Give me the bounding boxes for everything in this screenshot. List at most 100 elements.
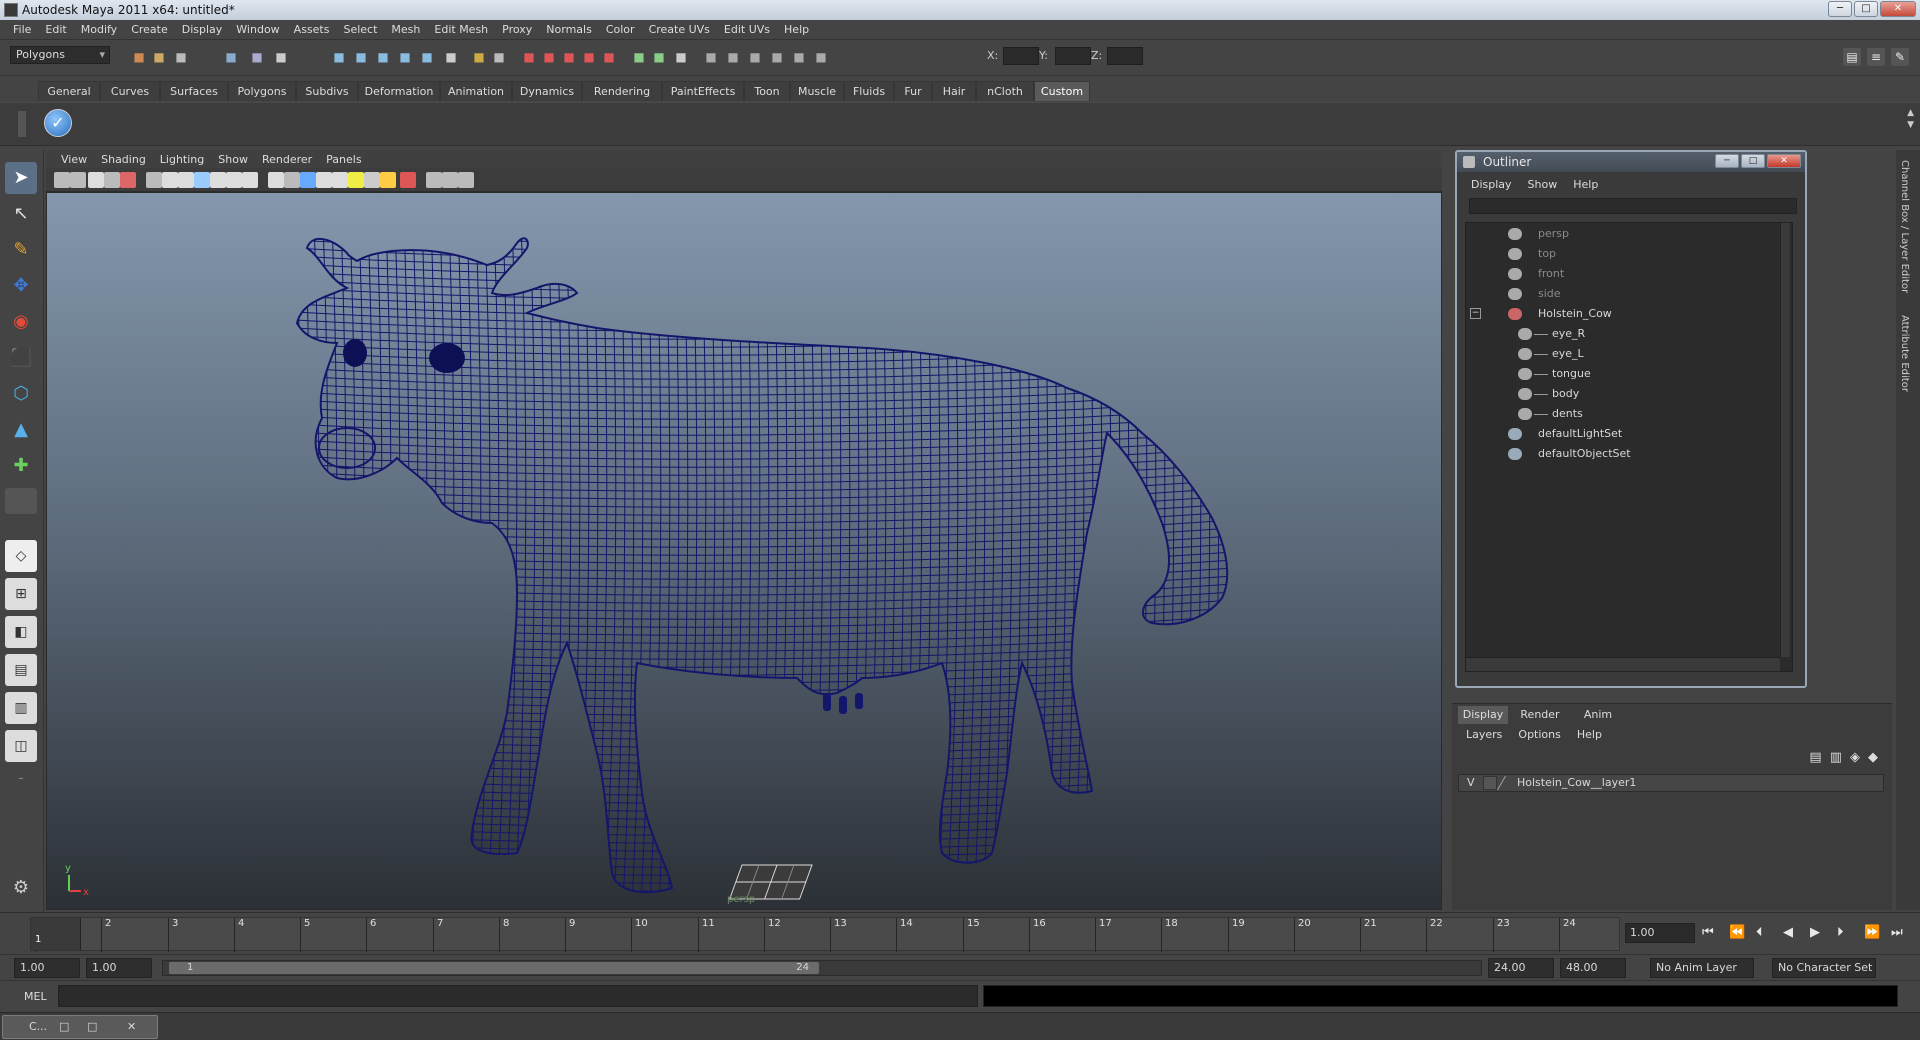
close-icon[interactable]: ✕ <box>127 1016 136 1038</box>
play-backwards-icon[interactable]: ◀ <box>1783 925 1793 940</box>
select-tool-icon[interactable]: ➤ <box>5 162 37 194</box>
menu-edit-uvs[interactable]: Edit UVs <box>717 23 777 36</box>
xray-icon[interactable] <box>426 172 442 188</box>
menu-mesh[interactable]: Mesh <box>384 23 427 36</box>
safe-title-icon[interactable] <box>242 172 258 188</box>
range-handle[interactable]: 1 24 <box>169 962 819 974</box>
lock-icon[interactable]: ■ <box>470 48 488 66</box>
layer-playback-toggle[interactable] <box>1483 776 1497 790</box>
time-ruler[interactable]: 1234567891011121314151617181920212223241 <box>30 917 1620 952</box>
new-scene-icon[interactable]: ■ <box>130 48 148 66</box>
smooth-shade-icon[interactable] <box>284 172 300 188</box>
channel-box-tab[interactable]: Channel Box / Layer Editor <box>1899 160 1910 293</box>
make-live-icon[interactable]: ■ <box>418 48 436 66</box>
soft-mod-tool-icon[interactable]: ▲ <box>5 414 37 446</box>
menu-select[interactable]: Select <box>336 23 384 36</box>
shelf-tab-hair[interactable]: Hair <box>932 81 976 101</box>
wireframe-icon[interactable] <box>268 172 284 188</box>
outliner-item-eye-r[interactable]: eye_R <box>1466 325 1776 343</box>
sym-icon[interactable]: ■ <box>768 48 786 66</box>
ambient-occlusion-icon[interactable] <box>364 172 380 188</box>
select-camera-icon[interactable] <box>54 172 70 188</box>
scale-tool-icon[interactable]: ⬛ <box>5 342 37 374</box>
output-ops-icon[interactable]: ■ <box>650 48 668 66</box>
render-view-icon[interactable]: ■ <box>724 48 742 66</box>
input-ops-icon[interactable]: ■ <box>630 48 648 66</box>
paint-select-tool-icon[interactable]: ✎ <box>5 234 37 266</box>
shelf-tab-surfaces[interactable]: Surfaces <box>160 81 228 101</box>
menu-create[interactable]: Create <box>124 23 175 36</box>
shelf-tab-curves[interactable]: Curves <box>100 81 160 101</box>
save-scene-icon[interactable]: ■ <box>172 48 190 66</box>
xray-joints-icon[interactable] <box>442 172 458 188</box>
channel-box-toggle-icon[interactable]: ≡ <box>1867 48 1885 66</box>
menu-help[interactable]: Help <box>777 23 816 36</box>
xray-components-icon[interactable] <box>458 172 474 188</box>
move-layer-up-icon[interactable]: ▤ <box>1809 750 1821 765</box>
outliner-item-persp[interactable]: persp <box>1466 225 1776 243</box>
shelf-tab-general[interactable]: General <box>38 81 100 101</box>
layer-menu-help[interactable]: Help <box>1569 728 1610 741</box>
open-scene-icon[interactable]: ■ <box>150 48 168 66</box>
show-manipulator-icon[interactable]: ✚ <box>5 450 37 482</box>
layout-more-icon[interactable]: – <box>5 770 37 788</box>
checkmark-shelf-icon[interactable]: ✓ <box>44 109 72 137</box>
grid-snap-icon[interactable]: ■ <box>812 48 830 66</box>
y-coord-input[interactable] <box>1055 47 1091 65</box>
select-object-icon[interactable]: ■ <box>248 48 266 66</box>
command-input[interactable] <box>58 985 978 1007</box>
safe-action-icon[interactable] <box>226 172 242 188</box>
layer-name[interactable]: Holstein_Cow__layer1 <box>1517 775 1636 791</box>
default-light-icon[interactable] <box>348 172 364 188</box>
film-gate-icon[interactable] <box>162 172 178 188</box>
character-set-selector[interactable]: No Character Set <box>1772 958 1876 978</box>
menu-assets[interactable]: Assets <box>287 23 337 36</box>
menu-color[interactable]: Color <box>599 23 642 36</box>
layer-menu-options[interactable]: Options <box>1510 728 1568 741</box>
play-forwards-icon[interactable]: ▶ <box>1810 925 1820 940</box>
shelf-menu-icon[interactable] <box>18 111 26 137</box>
shelf-tab-toon[interactable]: Toon <box>744 81 790 101</box>
move-tool-icon[interactable]: ✥ <box>5 270 37 302</box>
outliner-item-tongue[interactable]: tongue <box>1466 365 1776 383</box>
playback-end-field[interactable]: 24.00 <box>1488 958 1554 978</box>
create-layer-from-selected-icon[interactable]: ◆ <box>1868 750 1878 765</box>
transform-icon[interactable]: ■ <box>790 48 808 66</box>
menu-create-uvs[interactable]: Create UVs <box>642 23 717 36</box>
minimize-button[interactable]: ─ <box>1828 1 1852 17</box>
layer-tab-display[interactable]: Display <box>1458 706 1508 724</box>
menu-window[interactable]: Window <box>229 23 286 36</box>
toggle-render-icon[interactable]: ■ <box>600 48 618 66</box>
perspective-viewport[interactable]: y x persp <box>46 192 1442 910</box>
grease-pencil-icon[interactable] <box>120 172 136 188</box>
bookmarks-icon[interactable] <box>88 172 104 188</box>
go-to-start-icon[interactable]: ⏮ <box>1702 925 1714 940</box>
viewport-menu-renderer[interactable]: Renderer <box>255 153 319 166</box>
outliner-vertical-scrollbar[interactable] <box>1780 223 1790 657</box>
outliner-item-dents[interactable]: dents <box>1466 405 1776 423</box>
layer-visibility-toggle[interactable]: V <box>1467 775 1475 791</box>
x-coord-input[interactable] <box>1003 47 1039 65</box>
outliner-item-front[interactable]: front <box>1466 265 1776 283</box>
camera-icon[interactable]: ■ <box>702 48 720 66</box>
persp-outliner-layout-icon[interactable]: ◧ <box>5 616 37 648</box>
gate-mask-icon[interactable] <box>194 172 210 188</box>
expand-toggle-icon[interactable]: − <box>1470 308 1481 319</box>
outliner-item-side[interactable]: side <box>1466 285 1776 303</box>
four-view-layout-icon[interactable]: ⊞ <box>5 578 37 610</box>
universal-manipulator-icon[interactable]: ⬡ <box>5 378 37 410</box>
shelf-tab-deformation[interactable]: Deformation <box>358 81 440 101</box>
step-forward-frame-icon[interactable]: ⏵ <box>1837 925 1844 940</box>
snap-grid-icon[interactable]: ■ <box>330 48 348 66</box>
shelf-tab-dynamics[interactable]: Dynamics <box>512 81 582 101</box>
menu-proxy[interactable]: Proxy <box>495 23 539 36</box>
shelf-tab-rendering[interactable]: Rendering <box>582 81 662 101</box>
outliner-item-top[interactable]: top <box>1466 245 1776 263</box>
step-back-frame-icon[interactable]: ⏴ <box>1756 925 1763 940</box>
hypershade-layout-icon[interactable]: ▥ <box>5 692 37 724</box>
viewport-menu-panels[interactable]: Panels <box>319 153 368 166</box>
history-icon[interactable]: ■ <box>490 48 508 66</box>
move-layer-down-icon[interactable]: ▥ <box>1830 750 1842 765</box>
outliner-item-holstein-cow[interactable]: − Holstein_Cow <box>1466 305 1776 323</box>
anim-layer-selector[interactable]: No Anim Layer <box>1650 958 1754 978</box>
